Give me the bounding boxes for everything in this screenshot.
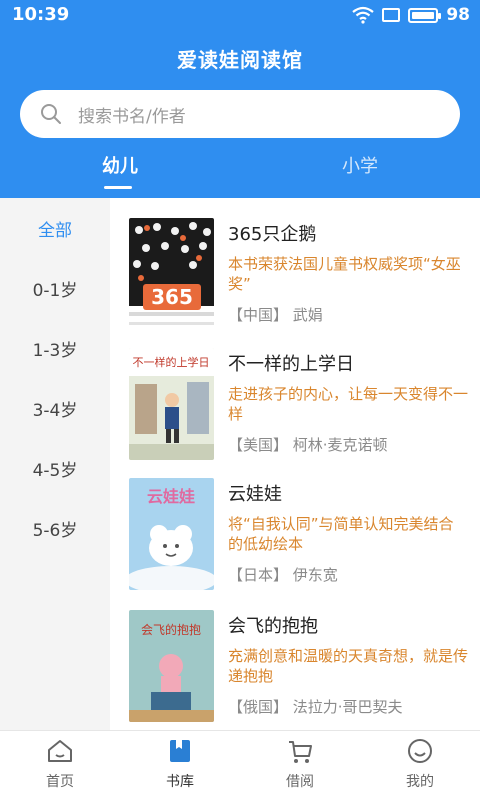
- book-title[interactable]: 云娃娃: [228, 480, 282, 506]
- book-cover-image[interactable]: 会飞的抱抱: [129, 610, 214, 722]
- book-author: 【日本】 伊东宽: [228, 566, 338, 584]
- battery-level: [412, 11, 434, 19]
- book-title[interactable]: 会飞的抱抱: [228, 612, 318, 638]
- cover-number: 365: [151, 285, 193, 309]
- search-placeholder: 搜索书名/作者: [78, 106, 186, 127]
- book-cover-image[interactable]: 365: [129, 218, 214, 330]
- book-author: 【中国】 武娟: [228, 306, 323, 324]
- list-item[interactable]: 会飞的抱抱 会飞的抱抱 充满创意和温暖的天真奇想，就是传递抱抱 【俄国】 法拉力…: [110, 610, 480, 730]
- tabbar-label: 我的: [406, 774, 434, 790]
- book-title[interactable]: 不一样的上学日: [228, 350, 354, 376]
- sidebar-item-3-4[interactable]: 3-4岁: [0, 378, 110, 438]
- age-filter-sidebar: 全部 0-1岁 1-3岁 3-4岁 4-5岁 5-6岁: [0, 198, 110, 730]
- sidebar-item-1-3[interactable]: 1-3岁: [0, 318, 110, 378]
- book-description: 走进孩子的内心，让每一天变得不一样: [228, 385, 469, 423]
- sidebar-item-5-6[interactable]: 5-6岁: [0, 498, 110, 558]
- list-item[interactable]: 不一样的上学日 不一样的上学日 走进孩子的内心，让每一天变得不一样 【美国】 柯…: [110, 348, 480, 478]
- list-item[interactable]: 365 365只企鹅 本书荣获法国儿童书权威奖项“女巫奖” 【中国】 武娟: [110, 218, 480, 348]
- book-cover-image[interactable]: 云娃娃: [129, 478, 214, 590]
- status-bar: 10:39 98: [0, 0, 480, 30]
- tabbar-item-home[interactable]: 首页: [0, 737, 120, 791]
- book-cover-image[interactable]: 不一样的上学日: [129, 348, 214, 460]
- sidebar-item-4-5[interactable]: 4-5岁: [0, 438, 110, 498]
- library-icon: [170, 740, 190, 762]
- book-description: 充满创意和温暖的天真奇想，就是传递抱抱: [228, 647, 469, 685]
- search-icon: [41, 104, 61, 124]
- app-header: 10:39 98 爱读娃阅读馆 搜索书名/作者 幼儿 小学: [0, 0, 480, 198]
- page-title: 爱读娃阅读馆: [177, 48, 303, 72]
- sidebar-item-0-1[interactable]: 0-1岁: [0, 258, 110, 318]
- search-input[interactable]: 搜索书名/作者: [20, 90, 460, 138]
- book-description: 将“自我认同”与简单认知完美结合的低幼绘本: [228, 515, 454, 553]
- book-author: 【美国】 柯林·麦克诺顿: [228, 436, 388, 454]
- active-tab-indicator: [104, 186, 132, 189]
- wifi-icon: [352, 6, 375, 24]
- status-time: 10:39: [12, 4, 70, 25]
- tabbar-item-library[interactable]: 书库: [120, 737, 240, 791]
- status-icons: 98: [352, 5, 470, 25]
- tab-primary-school[interactable]: 小学: [300, 152, 420, 178]
- cover-title: 不一样的上学日: [133, 355, 210, 369]
- battery-icon: [408, 7, 442, 23]
- profile-icon: [408, 739, 432, 763]
- book-description: 本书荣获法国儿童书权威奖项“女巫奖”: [228, 255, 461, 293]
- tabbar-item-borrow[interactable]: 借阅: [240, 737, 360, 791]
- bottom-tab-bar: 首页 书库 借阅 我的: [0, 730, 480, 800]
- tab-kindergarten[interactable]: 幼儿: [60, 152, 180, 178]
- book-author: 【俄国】 法拉力·哥巴契夫: [228, 698, 403, 716]
- sidebar-item-all[interactable]: 全部: [0, 198, 110, 258]
- tabbar-label: 首页: [46, 774, 74, 790]
- cart-icon: [289, 741, 312, 763]
- book-title[interactable]: 365只企鹅: [228, 220, 316, 246]
- home-icon: [48, 740, 72, 762]
- tabbar-label: 书库: [166, 774, 194, 790]
- cover-title: 云娃娃: [147, 487, 195, 506]
- cover-title: 会飞的抱抱: [141, 622, 201, 637]
- list-item[interactable]: 云娃娃 云娃娃 将“自我认同”与简单认知完美结合的低幼绘本 【日本】 伊东宽: [110, 478, 480, 608]
- notification-icon: [382, 8, 401, 22]
- tabbar-label: 借阅: [286, 774, 314, 790]
- tabbar-item-profile[interactable]: 我的: [360, 737, 480, 791]
- battery-percent: 98: [446, 5, 470, 25]
- book-list: 365 365只企鹅 本书荣获法国儿童书权威奖项“女巫奖” 【中国】 武娟 不一…: [110, 198, 480, 730]
